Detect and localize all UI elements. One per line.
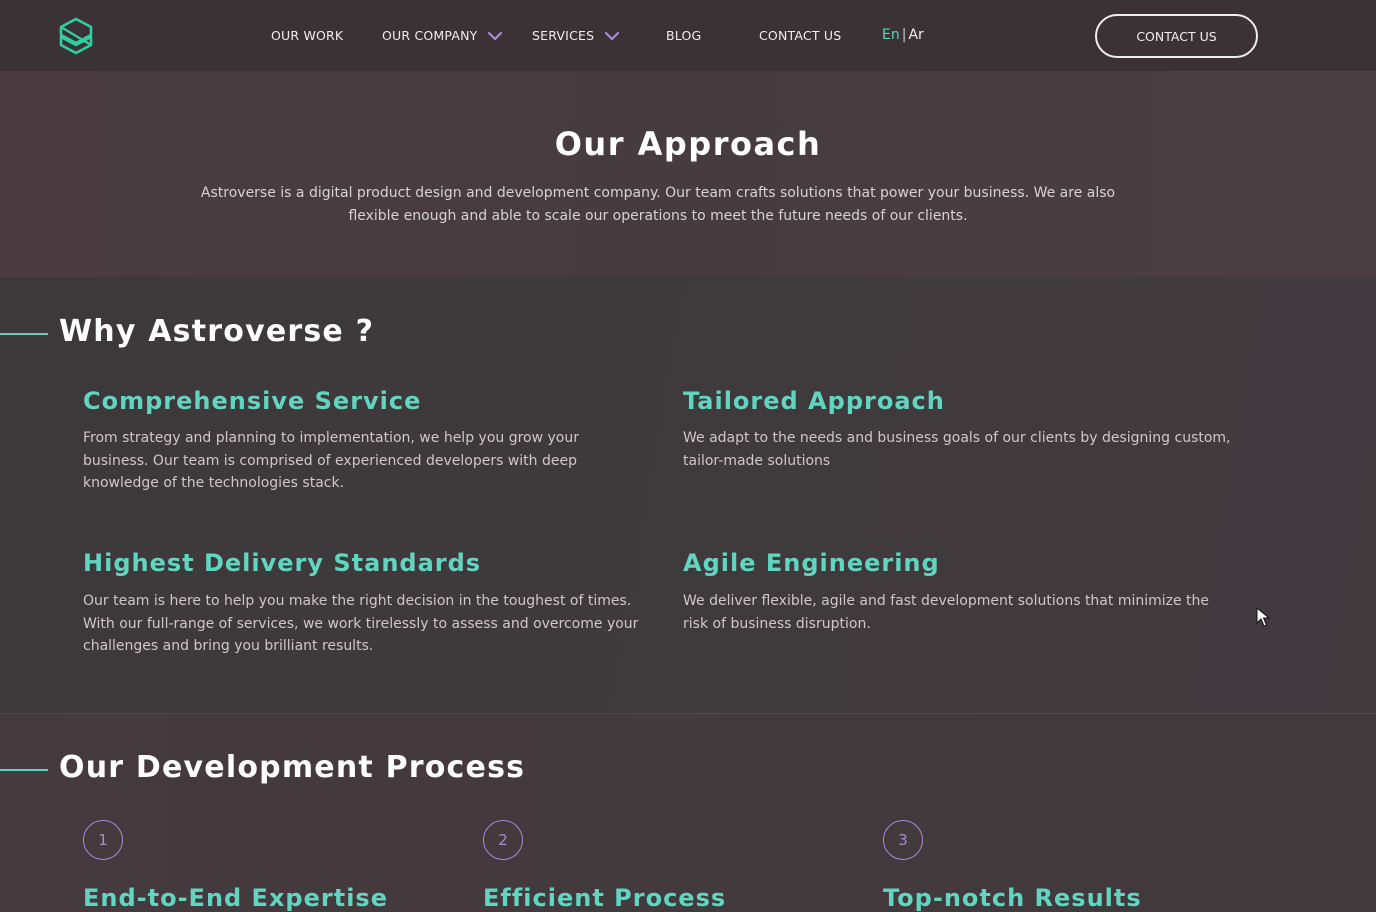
- feature-title: Highest Delivery Standards: [83, 549, 482, 577]
- lang-en-link[interactable]: En: [882, 27, 900, 43]
- nav-item-label: OUR WORK: [271, 28, 344, 43]
- top-navbar: OUR WORK OUR COMPANY SERVICES BLOG CONTA…: [0, 0, 1376, 71]
- nav-item-contact-us[interactable]: CONTACT US: [759, 28, 841, 43]
- page-title: Our Approach: [554, 125, 822, 163]
- feature-text: We adapt to the needs and business goals…: [683, 430, 1231, 469]
- nav-item-our-company[interactable]: OUR COMPANY: [382, 28, 503, 43]
- step-number-badge: 1: [83, 820, 123, 860]
- why-title: Why Astroverse ?: [59, 314, 375, 349]
- section-accent-line: [0, 769, 48, 771]
- nav-links: OUR WORK OUR COMPANY SERVICES BLOG CONTA…: [0, 0, 1000, 71]
- language-switcher: En | Ar: [882, 27, 924, 43]
- approach-description: Astroverse is a digital product design a…: [200, 185, 1116, 224]
- feature-text: From strategy and planning to implementa…: [83, 430, 579, 491]
- step-title: Top-notch Results: [883, 884, 1142, 912]
- chevron-down-icon: [605, 31, 620, 40]
- nav-item-blog[interactable]: BLOG: [666, 28, 701, 43]
- step-title: Efficient Process: [483, 884, 727, 912]
- feature-text: Our team is here to help you make the ri…: [83, 593, 639, 654]
- lang-ar-link[interactable]: Ar: [908, 27, 923, 43]
- section-accent-line: [0, 333, 48, 335]
- step-number-badge: 3: [883, 820, 923, 860]
- feature-text: We deliver flexible, agile and fast deve…: [683, 593, 1210, 632]
- process-section: Our Development Process 1 End-to-End Exp…: [0, 714, 1376, 912]
- feature-title: Agile Engineering: [683, 549, 940, 577]
- nav-item-our-work[interactable]: OUR WORK: [271, 28, 343, 43]
- nav-item-label: CONTACT US: [759, 28, 842, 43]
- contact-us-button[interactable]: CONTACT US: [1095, 14, 1258, 58]
- feature-title: Comprehensive Service: [83, 387, 422, 415]
- why-section: Why Astroverse ? Comprehensive Service F…: [0, 277, 1376, 713]
- nav-item-label: OUR COMPANY: [382, 28, 478, 43]
- mouse-pointer-icon: [1256, 607, 1270, 627]
- step-title: End-to-End Expertise: [83, 884, 388, 912]
- feature-title: Tailored Approach: [683, 387, 945, 415]
- approach-section: Our Approach Astroverse is a digital pro…: [0, 71, 1376, 277]
- nav-item-services[interactable]: SERVICES: [532, 28, 620, 43]
- chevron-down-icon: [488, 31, 503, 40]
- lang-separator: |: [901, 27, 907, 43]
- step-number-badge: 2: [483, 820, 523, 860]
- nav-item-label: BLOG: [666, 28, 702, 43]
- process-title: Our Development Process: [59, 750, 526, 785]
- nav-item-label: SERVICES: [532, 28, 595, 43]
